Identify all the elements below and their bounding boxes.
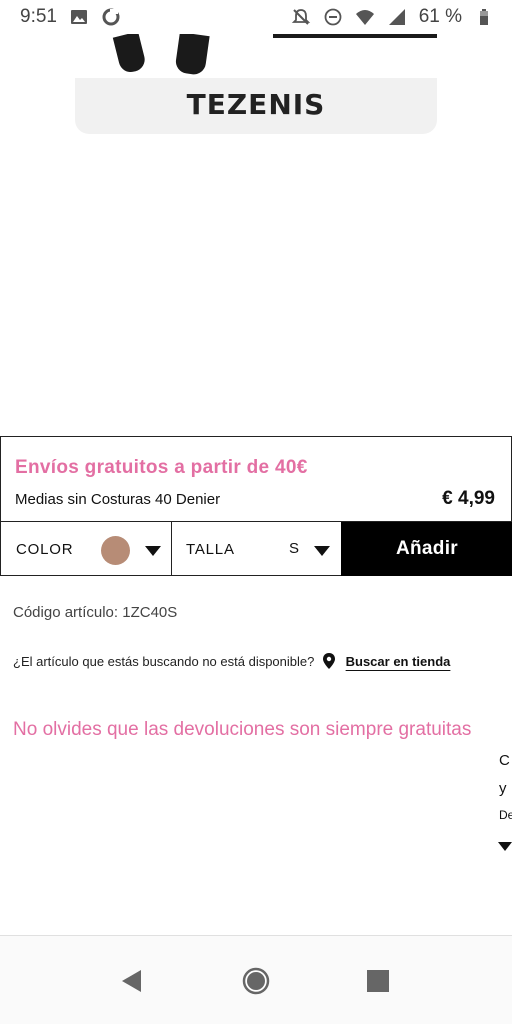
recents-icon[interactable] <box>363 966 393 996</box>
do-not-disturb-icon <box>323 7 343 27</box>
chevron-down-icon <box>145 546 161 556</box>
battery-icon <box>474 7 494 27</box>
availability-notice: ¿El artículo que estás buscando no está … <box>13 651 493 673</box>
color-label: COLOR <box>16 540 74 558</box>
color-selector[interactable]: COLOR <box>1 522 172 576</box>
status-bar: 9:51 61 % <box>0 0 512 34</box>
size-label: TALLA <box>186 540 235 558</box>
back-icon[interactable] <box>117 966 147 996</box>
selector-row: COLOR TALLA S Añadir <box>1 521 512 576</box>
product-panel: Envíos gratuitos a partir de 40€ Medias … <box>0 436 512 576</box>
product-photo <box>75 34 437 78</box>
returns-note: No olvides que las devoluciones son siem… <box>13 719 472 740</box>
product-code: Código artículo: 1ZC40S <box>13 604 178 621</box>
status-left: 9:51 <box>20 6 121 28</box>
free-shipping-promo: Envíos gratuitos a partir de 40€ <box>15 457 308 478</box>
photo-shadow <box>273 34 437 38</box>
offscreen-text: y <box>499 780 507 797</box>
signal-icon <box>387 7 407 27</box>
notifications-off-icon <box>291 7 311 27</box>
size-selector[interactable]: TALLA S <box>172 522 341 576</box>
chevron-down-icon <box>314 546 330 556</box>
add-to-cart-button[interactable]: Añadir <box>341 522 512 576</box>
image-icon <box>69 7 89 27</box>
system-nav-bar <box>0 935 512 1024</box>
product-price: € 4,99 <box>442 488 495 509</box>
wifi-icon <box>355 7 375 27</box>
size-value: S <box>289 540 300 557</box>
status-right: 61 % <box>291 6 494 28</box>
offscreen-text: De <box>499 808 512 822</box>
location-pin-icon <box>323 653 335 669</box>
offscreen-text: C <box>499 752 510 769</box>
product-name: Medias sin Costuras 40 Denier <box>15 491 221 508</box>
product-image[interactable]: TEZENIS <box>75 34 437 134</box>
home-icon[interactable] <box>241 966 271 996</box>
chevron-down-icon[interactable] <box>498 842 512 851</box>
model-leg-left <box>112 34 148 75</box>
color-swatch <box>101 536 130 565</box>
battery-text: 61 % <box>418 6 462 27</box>
status-time: 9:51 <box>20 6 57 27</box>
model-leg-right <box>174 34 210 76</box>
sync-icon <box>101 7 121 27</box>
brand-logo: TEZENIS <box>186 88 326 121</box>
find-in-store-link[interactable]: Buscar en tienda <box>346 654 451 669</box>
availability-question: ¿El artículo que estás buscando no está … <box>13 654 315 669</box>
